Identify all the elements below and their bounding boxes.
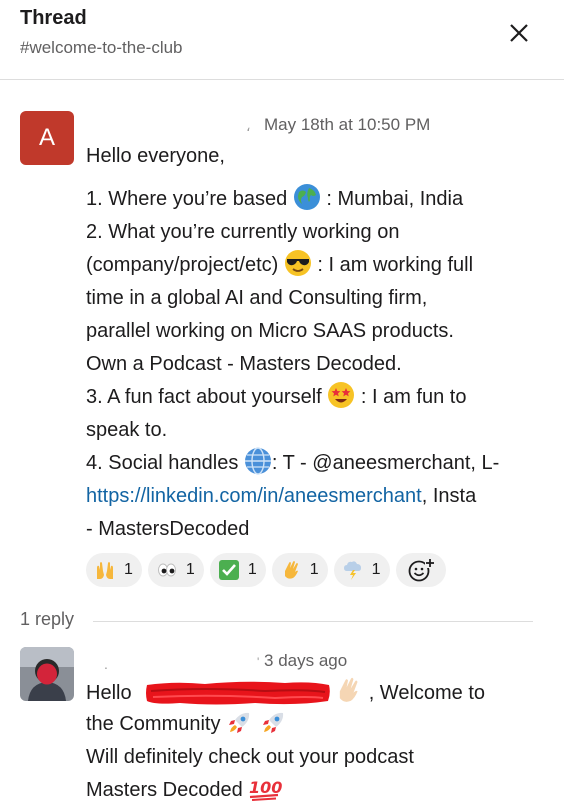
reaction-eyes[interactable]: 1 (147, 553, 204, 587)
reaction-check-mark[interactable]: 1 (209, 553, 266, 587)
divider (93, 621, 533, 622)
message-timestamp[interactable]: May 18th at 10:50 PM (264, 115, 430, 135)
message-line: - MastersDecoded (86, 518, 250, 540)
message-line: 3. A fun fact about yourself : I am fun … (86, 381, 466, 414)
star-struck-icon (328, 382, 355, 408)
message-line: 4. Social handles : T - @aneesmerchant, … (86, 447, 499, 480)
message-line: Hello everyone, (86, 145, 225, 167)
thread-title: Thread (20, 7, 87, 29)
message-line: time in a global AI and Consulting firm, (86, 287, 428, 309)
message-line: 2. What you’re currently working on (86, 221, 400, 243)
reaction-cloud-lightning[interactable]: 1 (333, 553, 390, 587)
message-line: the Community (86, 708, 288, 741)
reply-count: 1 reply (20, 609, 75, 629)
close-icon (510, 24, 528, 42)
message-line: parallel working on Micro SAAS products. (86, 320, 454, 342)
waving-hand-icon (339, 677, 358, 702)
waving-hand-icon (284, 561, 298, 579)
message-line: Masters Decoded 100 (86, 774, 282, 807)
message-line: speak to. (86, 419, 168, 441)
author-name[interactable]: ، (246, 118, 251, 135)
message-timestamp[interactable]: ' 3 days ago (257, 651, 347, 671)
channel-name[interactable]: #welcome-to-the-club (20, 38, 183, 58)
rocket-icon (229, 712, 250, 733)
eyes-icon (157, 563, 176, 577)
raised-hands-icon (97, 562, 113, 579)
reaction-raised-hands[interactable]: 1 (86, 553, 142, 587)
add-reaction-icon (408, 558, 435, 582)
profile-photo (20, 647, 74, 701)
hundred-points-icon: 100 (249, 778, 282, 801)
thread-header: Thread #welcome-to-the-club (0, 0, 564, 80)
message-line: (company/project/etc) : I am working ful… (86, 249, 473, 282)
close-button[interactable] (503, 17, 535, 49)
reaction-bar: 1 1 1 1 1 (86, 553, 446, 587)
globe-icon (293, 184, 320, 210)
message-line: Own a Podcast - Masters Decoded. (86, 353, 402, 375)
message-line: https://linkedin.com/in/aneesmerchant, I… (86, 485, 477, 507)
check-mark-icon (218, 560, 239, 580)
avatar[interactable]: A (20, 111, 74, 165)
author-name[interactable]: . (104, 656, 108, 672)
linkedin-link[interactable]: https://linkedin.com/in/aneesmerchant (86, 485, 422, 507)
cloud-lightning-icon (343, 561, 361, 580)
message-line: 1. Where you’re based : Mumbai, India (86, 183, 463, 216)
sunglasses-face-icon (284, 250, 311, 276)
redacted-name (146, 681, 330, 705)
avatar[interactable] (20, 647, 74, 701)
reaction-waving-hand[interactable]: 1 (271, 553, 328, 587)
globe-meridians-icon (244, 447, 271, 475)
message-line: Will definitely check out your podcast (86, 746, 414, 768)
rocket-icon (262, 712, 283, 733)
add-reaction-button[interactable] (395, 553, 446, 587)
